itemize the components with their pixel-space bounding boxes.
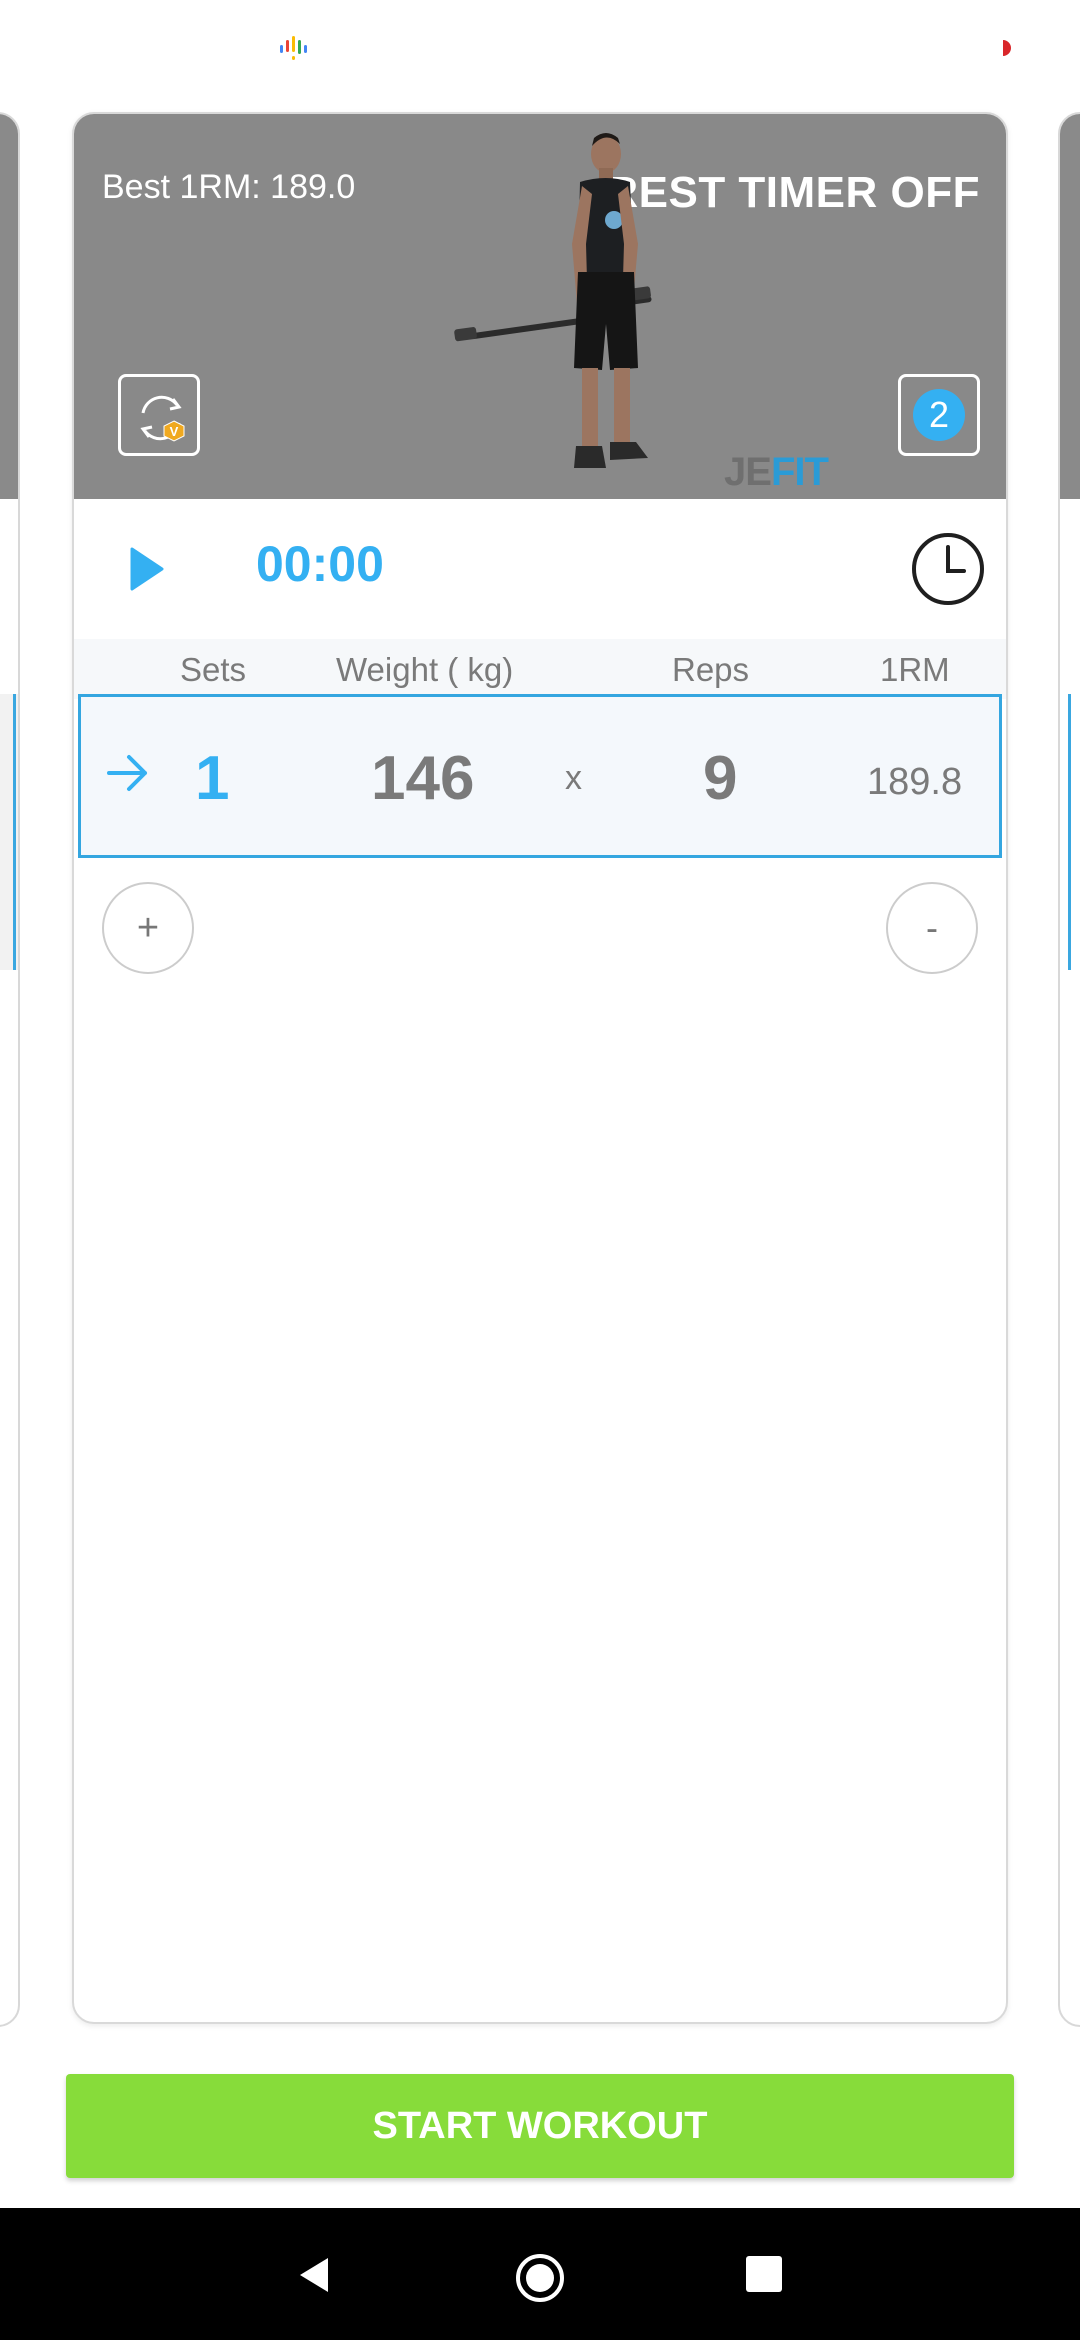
set-count-badge: 2 — [913, 389, 965, 441]
home-icon[interactable] — [514, 2252, 566, 2304]
reps-value[interactable]: 9 — [703, 743, 737, 814]
jefit-logo: JEFIT — [724, 450, 829, 495]
play-icon[interactable] — [126, 545, 166, 593]
recents-icon[interactable] — [746, 2256, 782, 2292]
start-workout-button[interactable]: START WORKOUT — [66, 2074, 1014, 2178]
one-rm-value: 189.8 — [867, 761, 963, 803]
swap-icon: V — [140, 395, 185, 442]
remove-set-button[interactable]: - — [886, 882, 978, 974]
jefit-logo-je: JE — [724, 450, 772, 494]
next-card-hero — [1060, 114, 1080, 499]
system-nav-bar — [0, 2208, 1080, 2340]
header-1rm: 1RM — [880, 651, 950, 688]
previous-card-row-border — [0, 694, 16, 970]
header-weight: Weight ( kg) — [336, 651, 514, 688]
arrow-right-icon — [107, 755, 147, 791]
status-bar — [0, 0, 1080, 100]
timer-row: 00:00 — [74, 499, 1006, 639]
add-set-button[interactable]: + — [102, 882, 194, 974]
set-count-button[interactable]: 2 — [898, 374, 980, 456]
svg-text:V: V — [170, 424, 179, 439]
previous-card-hero — [0, 114, 18, 499]
next-card-row-border — [1068, 694, 1080, 970]
sets-table-header: Sets Weight ( kg) Reps 1RM — [74, 639, 1006, 699]
header-sets: Sets — [180, 651, 247, 688]
exercise-hero[interactable]: Best 1RM: 189.0 REST TIMER OFF V 2 JEFIT — [74, 114, 1006, 499]
assistant-icon — [280, 36, 307, 60]
set-number: 1 — [195, 744, 230, 813]
best-1rm-label: Best 1RM: 189.0 — [102, 168, 356, 206]
times-separator: x — [565, 759, 582, 797]
header-reps: Reps — [672, 651, 750, 688]
back-icon[interactable] — [296, 2256, 332, 2294]
weight-value[interactable]: 146 — [371, 743, 474, 814]
notification-indicator — [1003, 40, 1011, 56]
exercise-figure-image — [454, 133, 652, 468]
exercise-card: Best 1RM: 189.0 REST TIMER OFF V 2 JEFIT… — [72, 112, 1008, 2024]
swap-exercise-button[interactable]: V — [118, 374, 200, 456]
set-row[interactable]: 1 146 x 9 189.8 — [78, 694, 1002, 858]
clock-icon[interactable] — [910, 531, 986, 607]
elapsed-timer: 00:00 — [256, 536, 384, 592]
next-exercise-card[interactable] — [1058, 112, 1080, 2027]
jefit-logo-fit: FIT — [770, 450, 829, 494]
previous-exercise-card[interactable] — [0, 112, 20, 2027]
